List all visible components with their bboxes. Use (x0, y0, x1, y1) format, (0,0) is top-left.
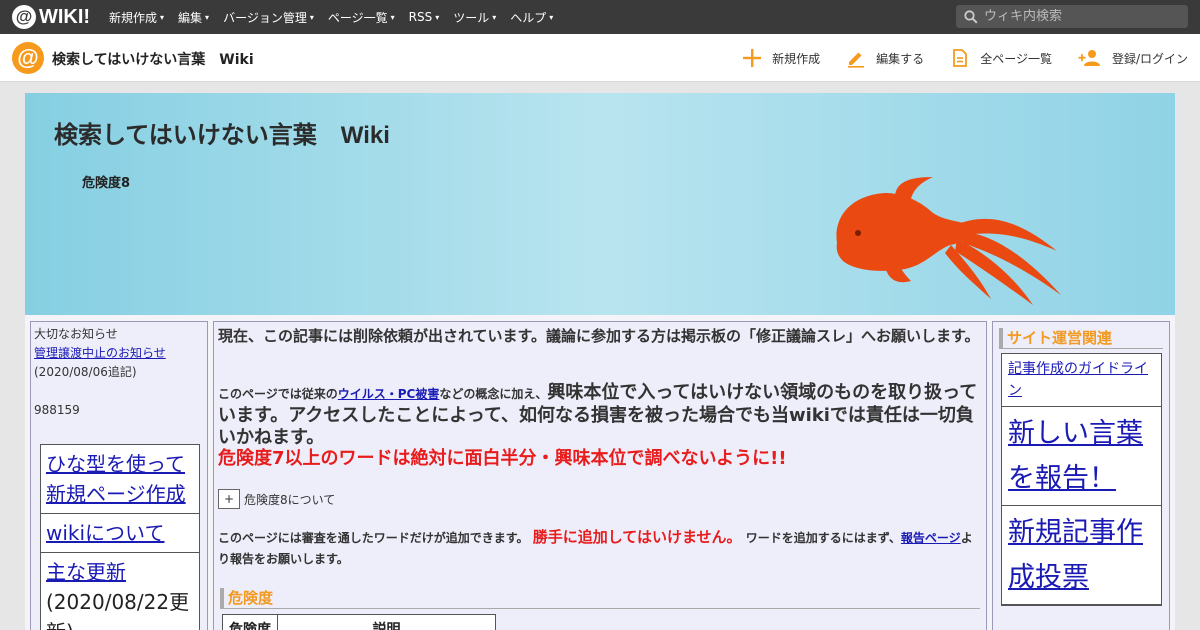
add-user-icon (1078, 50, 1100, 66)
left-menu-item: ひな型を使って新規ページ作成 (41, 445, 199, 514)
add-note-warning: 勝手に追加してはいけません。 (532, 528, 742, 546)
site-logo-icon[interactable]: @ (12, 42, 44, 74)
search-input[interactable] (984, 9, 1174, 24)
top-menu: 新規作成 ▾ 編集 ▾ バージョン管理 ▾ ページ一覧 ▾ RSS ▾ ツール ▾ ヘルプ ▾ (109, 0, 567, 34)
report-new-word-link[interactable]: 新しい言葉を報告！ (1008, 418, 1143, 494)
danger-level-toggle[interactable]: + 危険度8について (218, 489, 335, 509)
goldfish-icon (836, 177, 1061, 305)
expand-icon[interactable]: + (218, 489, 240, 509)
all-pages-button[interactable]: 全ページ一覧 (950, 48, 1052, 68)
login-label: 登録/ログイン (1111, 51, 1188, 66)
add-word-note: このページには審査を通したワードだけが追加できます。 勝手に追加してはいけません… (218, 527, 984, 570)
document-icon (953, 49, 968, 67)
right-menu-item: 新しい言葉を報告！ (1002, 407, 1161, 506)
site-operations-heading: サイト運営関連 (999, 328, 1163, 349)
add-note-text: ワードを追加するにはまず、 (745, 531, 901, 545)
wiki-search (956, 5, 1188, 28)
report-page-link[interactable]: 報告ページ (901, 531, 961, 545)
add-note-text: このページには審査を通したワードだけが追加できます。 (218, 531, 529, 545)
intro-text: このページでは従来の (218, 387, 338, 401)
virus-damage-link[interactable]: ウイルス・PC被害 (338, 387, 440, 401)
main-updates-link[interactable]: 主な更新 (46, 560, 126, 584)
left-menu: ひな型を使って新規ページ作成 wikiについて 主な更新 (2020/08/22更… (40, 444, 200, 630)
left-menu-item: 主な更新 (2020/08/22更新) (41, 553, 199, 630)
table-header: 説明 (277, 614, 496, 630)
caret-down-icon: ▾ (435, 12, 440, 22)
template-new-page-link[interactable]: ひな型を使って新規ページ作成 (46, 452, 186, 506)
deletion-notice: 現在、この記事には削除依頼が出されています。議論に参加する方は掲示板の「修正議論… (218, 327, 980, 345)
new-article-vote-link[interactable]: 新規記事作成投票 (1008, 517, 1143, 593)
wiki-banner: 検索してはいけない言葉 Wiki 危険度8 (25, 93, 1175, 315)
danger-table: 危険度 説明 (222, 614, 496, 630)
about-wiki-link[interactable]: wikiについて (46, 521, 164, 545)
notice-date: (2020/08/06追記) (34, 365, 137, 379)
danger-warning: 危険度7以上のワードは絶対に面白半分・興味本位で調べないように!! (218, 448, 787, 469)
caret-down-icon: ▾ (549, 12, 554, 22)
guideline-link[interactable]: 記事作成のガイドライン (1008, 361, 1148, 399)
top-menu-new[interactable]: 新規作成 ▾ (109, 9, 164, 26)
all-pages-label: 全ページ一覧 (980, 51, 1052, 66)
caret-down-icon: ▾ (492, 12, 497, 22)
table-header: 危険度 (222, 614, 278, 630)
important-notice: 大切なお知らせ 管理譲渡中止のお知らせ (2020/08/06追記) 98815… (31, 322, 207, 420)
site-title[interactable]: 検索してはいけない言葉 Wiki (52, 49, 254, 69)
top-menu-rss[interactable]: RSS ▾ (409, 10, 440, 24)
top-menu-help[interactable]: ヘルプ ▾ (510, 9, 553, 26)
toggle-label: 危険度8について (244, 492, 336, 507)
caret-down-icon: ▾ (160, 12, 165, 22)
main-content: 現在、この記事には削除依頼が出されています。議論に参加する方は掲示板の「修正議論… (213, 321, 987, 630)
site-header: @ 検索してはいけない言葉 Wiki 新規作成 編集する 全ページ一覧 登録/ロ… (0, 34, 1200, 82)
top-menu-label: ページ一覧 (327, 10, 388, 25)
right-menu-item: 新規記事作成投票 (1002, 506, 1161, 605)
search-icon (964, 9, 978, 24)
top-menu-tools[interactable]: ツール ▾ (453, 9, 496, 26)
caret-down-icon: ▾ (309, 12, 314, 22)
caret-down-icon: ▾ (390, 12, 395, 22)
top-menu-label: 新規作成 (109, 10, 158, 25)
intro-paragraph: このページでは従来のウイルス・PC被害などの概念に加え、興味本位で入ってはいけな… (218, 382, 984, 449)
top-menu-version[interactable]: バージョン管理 ▾ (223, 9, 314, 26)
pencil-icon (848, 52, 865, 68)
atwiki-logo[interactable]: @ WIKI! (12, 5, 90, 29)
top-navbar: @ WIKI! 新規作成 ▾ 編集 ▾ バージョン管理 ▾ ページ一覧 ▾ RSS ▾ ツ… (0, 0, 1200, 34)
notice-title: 大切なお知らせ (34, 327, 118, 341)
right-menu-item: 記事作成のガイドライン (1002, 354, 1161, 407)
top-menu-label: 編集 (178, 10, 203, 25)
new-page-label: 新規作成 (772, 51, 821, 66)
edit-label: 編集する (876, 51, 925, 66)
right-menu: 記事作成のガイドライン 新しい言葉を報告！ 新規記事作成投票 (1001, 353, 1162, 606)
intro-text: などの概念に加え、 (439, 387, 548, 401)
top-menu-label: RSS (408, 10, 433, 24)
header-actions: 新規作成 編集する 全ページ一覧 登録/ログイン (716, 34, 1188, 82)
section-heading-danger: 危険度 (220, 588, 980, 609)
visitor-counter: 988159 (34, 403, 80, 417)
left-sidebar: 大切なお知らせ 管理譲渡中止のお知らせ (2020/08/06追記) 98815… (30, 321, 208, 630)
top-menu-edit[interactable]: 編集 ▾ (178, 9, 209, 26)
banner-subtitle: 危険度8 (82, 176, 131, 191)
login-button[interactable]: 登録/ログイン (1078, 48, 1188, 68)
updates-date: (2020/08/22更新) (46, 590, 190, 630)
top-menu-pages[interactable]: ページ一覧 ▾ (328, 9, 395, 26)
logo-text: WIKI! (39, 5, 91, 28)
notice-link[interactable]: 管理譲渡中止のお知らせ (34, 346, 166, 360)
new-page-button[interactable]: 新規作成 (742, 48, 820, 68)
top-menu-label: ヘルプ (510, 10, 547, 25)
site-logo-glyph: @ (17, 45, 39, 70)
table-header-row: 危険度 説明 (222, 614, 496, 630)
left-menu-item: wikiについて (41, 514, 199, 553)
right-sidebar: サイト運営関連 記事作成のガイドライン 新しい言葉を報告！ 新規記事作成投票 (992, 321, 1170, 630)
at-logo-icon: @ (12, 5, 36, 29)
caret-down-icon: ▾ (205, 12, 210, 22)
banner-title[interactable]: 検索してはいけない言葉 Wiki (54, 115, 390, 150)
top-menu-label: バージョン管理 (223, 10, 307, 25)
edit-button[interactable]: 編集する (846, 48, 924, 68)
plus-icon (743, 49, 762, 67)
top-menu-label: ツール (453, 10, 490, 25)
